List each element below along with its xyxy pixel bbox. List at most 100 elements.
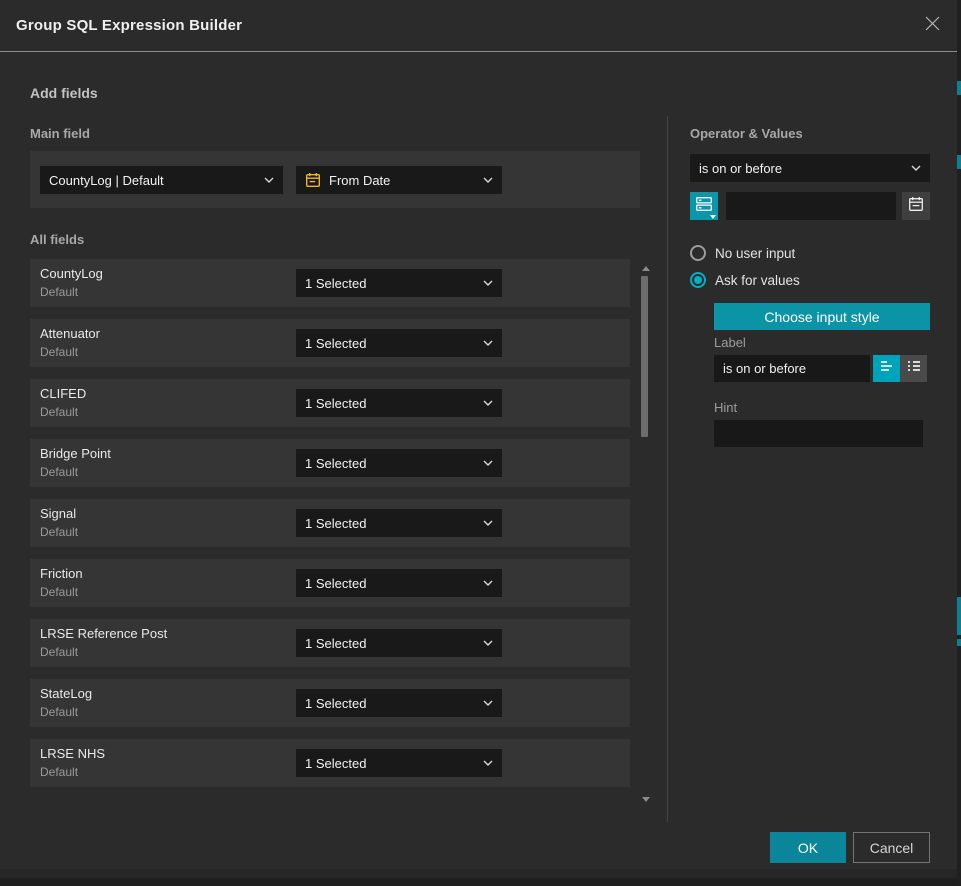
field-selection-dropdown[interactable]: 1 Selected xyxy=(296,689,502,717)
layer-dropdown-value: CountyLog | Default xyxy=(49,173,258,188)
chevron-down-icon xyxy=(483,520,493,526)
main-field-dropdown-value: From Date xyxy=(329,173,477,188)
align-left-icon xyxy=(879,359,895,378)
field-selection-value: 1 Selected xyxy=(305,336,477,351)
field-row: Attenuator Default 1 Selected xyxy=(30,319,630,367)
field-type: Default xyxy=(40,345,78,359)
field-name: Friction xyxy=(40,566,83,581)
field-selection-dropdown[interactable]: 1 Selected xyxy=(296,509,502,537)
value-source-button[interactable] xyxy=(690,192,718,220)
field-type: Default xyxy=(40,285,78,299)
radio-circle-checked-icon xyxy=(690,272,706,288)
list-scrollbar[interactable] xyxy=(640,264,650,804)
chevron-down-icon xyxy=(483,580,493,586)
backdrop-teal-fragment xyxy=(957,639,961,646)
radio-label: Ask for values xyxy=(715,273,800,288)
operator-dropdown[interactable]: is on or before xyxy=(690,154,930,182)
radio-ask-for-values[interactable]: Ask for values xyxy=(690,272,800,288)
bulleted-list-icon xyxy=(906,359,922,378)
operator-dropdown-value: is on or before xyxy=(699,161,905,176)
field-selection-value: 1 Selected xyxy=(305,576,477,591)
choose-input-style-button[interactable]: Choose input style xyxy=(714,303,930,330)
field-row: Signal Default 1 Selected xyxy=(30,499,630,547)
chevron-down-icon xyxy=(264,177,274,183)
field-selection-dropdown[interactable]: 1 Selected xyxy=(296,449,502,477)
backdrop-edge-strip xyxy=(957,0,961,886)
hint-heading: Hint xyxy=(714,400,737,415)
field-selection-dropdown[interactable]: 1 Selected xyxy=(296,269,502,297)
field-name: CountyLog xyxy=(40,266,103,281)
field-name: StateLog xyxy=(40,686,92,701)
backdrop-teal-fragment xyxy=(957,597,961,635)
field-selection-dropdown[interactable]: 1 Selected xyxy=(296,629,502,657)
chevron-down-icon xyxy=(483,700,493,706)
layer-dropdown[interactable]: CountyLog | Default xyxy=(40,166,283,194)
label-heading: Label xyxy=(714,335,746,350)
field-name: Signal xyxy=(40,506,76,521)
field-selection-dropdown[interactable]: 1 Selected xyxy=(296,749,502,777)
panel-divider xyxy=(667,116,668,822)
dialog-titlebar: Group SQL Expression Builder xyxy=(0,0,957,52)
field-row: CountyLog Default 1 Selected xyxy=(30,259,630,307)
field-selection-dropdown[interactable]: 1 Selected xyxy=(296,329,502,357)
chevron-down-icon xyxy=(483,760,493,766)
group-sql-expression-builder-dialog: Group SQL Expression Builder Add fields … xyxy=(0,0,957,886)
ok-button[interactable]: OK xyxy=(770,832,846,863)
chevron-down-icon xyxy=(483,460,493,466)
radio-label: No user input xyxy=(715,246,795,261)
field-name: LRSE NHS xyxy=(40,746,105,761)
backdrop-teal-fragment xyxy=(957,81,961,95)
operator-values-heading: Operator & Values xyxy=(690,126,803,141)
field-selection-dropdown[interactable]: 1 Selected xyxy=(296,389,502,417)
field-row: Friction Default 1 Selected xyxy=(30,559,630,607)
chevron-down-icon xyxy=(911,165,921,171)
hint-input[interactable] xyxy=(714,420,923,447)
close-button[interactable] xyxy=(920,14,944,38)
date-picker-button[interactable] xyxy=(902,192,930,220)
calendar-icon xyxy=(305,172,321,188)
field-type: Default xyxy=(40,585,78,599)
chevron-down-icon xyxy=(483,340,493,346)
field-name: CLIFED xyxy=(40,386,86,401)
field-selection-value: 1 Selected xyxy=(305,756,477,771)
chevron-down-icon xyxy=(483,280,493,286)
dialog-title: Group SQL Expression Builder xyxy=(16,17,242,34)
field-type: Default xyxy=(40,405,78,419)
field-type: Default xyxy=(40,465,78,479)
field-type: Default xyxy=(40,765,78,779)
scroll-down-arrow-icon[interactable] xyxy=(642,797,650,802)
chevron-down-icon xyxy=(483,177,493,183)
dialog-bottom-edge xyxy=(0,869,957,878)
close-icon xyxy=(924,15,941,37)
field-type: Default xyxy=(40,705,78,719)
field-selection-value: 1 Selected xyxy=(305,276,477,291)
calendar-icon xyxy=(908,196,924,217)
value-date-input[interactable] xyxy=(726,192,896,220)
field-row: StateLog Default 1 Selected xyxy=(30,679,630,727)
field-row: Bridge Point Default 1 Selected xyxy=(30,439,630,487)
radio-circle-icon xyxy=(690,245,706,261)
cancel-button[interactable]: Cancel xyxy=(853,832,930,863)
field-row: CLIFED Default 1 Selected xyxy=(30,379,630,427)
field-selection-value: 1 Selected xyxy=(305,636,477,651)
field-name: Bridge Point xyxy=(40,446,111,461)
style-single-line-button[interactable] xyxy=(873,355,900,382)
style-list-button[interactable] xyxy=(900,355,927,382)
backdrop-bottom xyxy=(0,878,957,886)
radio-no-user-input[interactable]: No user input xyxy=(690,245,795,261)
chevron-down-icon xyxy=(483,400,493,406)
main-field-dropdown[interactable]: From Date xyxy=(296,166,502,194)
field-selection-dropdown[interactable]: 1 Selected xyxy=(296,569,502,597)
main-field-heading: Main field xyxy=(30,126,90,141)
field-row: LRSE NHS Default 1 Selected xyxy=(30,739,630,787)
field-selection-value: 1 Selected xyxy=(305,696,477,711)
add-fields-heading: Add fields xyxy=(30,85,98,101)
caret-down-icon xyxy=(710,215,716,219)
all-fields-heading: All fields xyxy=(30,232,84,247)
scroll-up-arrow-icon[interactable] xyxy=(642,266,650,271)
label-input[interactable] xyxy=(714,355,870,382)
all-fields-list: CountyLog Default 1 Selected Attenuator … xyxy=(30,259,630,799)
main-field-panel: CountyLog | Default From Date xyxy=(30,151,640,208)
field-type: Default xyxy=(40,645,78,659)
scrollbar-thumb[interactable] xyxy=(641,276,648,437)
